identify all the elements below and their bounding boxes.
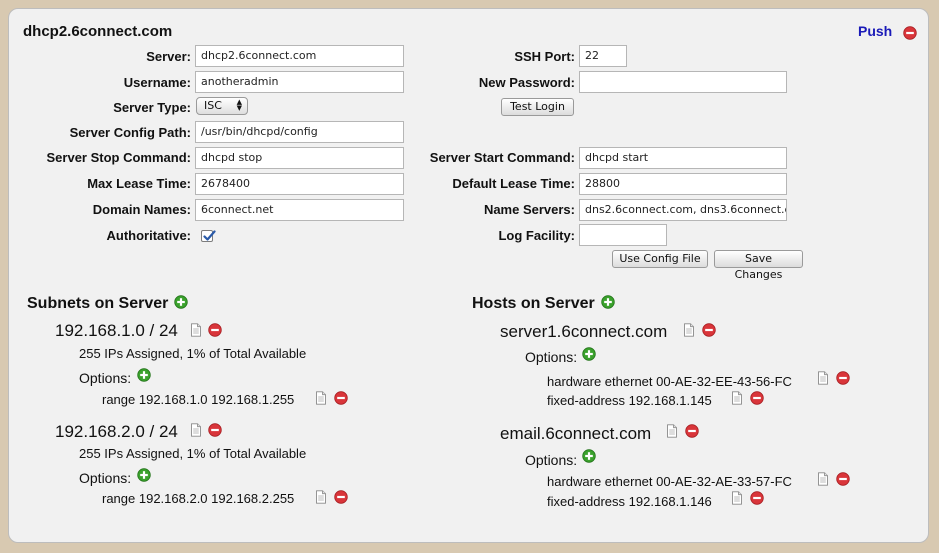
edit-host-icon[interactable] bbox=[682, 323, 696, 337]
edit-option-icon[interactable] bbox=[730, 391, 744, 405]
stop-command-label: Server Stop Command: bbox=[46, 150, 191, 165]
remove-option-icon[interactable] bbox=[334, 490, 348, 504]
remove-host-icon[interactable] bbox=[702, 323, 716, 337]
edit-option-icon[interactable] bbox=[816, 472, 830, 486]
save-changes-button[interactable]: Save Changes bbox=[714, 250, 803, 281]
subnet-options-label: Options: bbox=[79, 470, 132, 486]
subnet-option-text: range 192.168.1.0 192.168.1.255 bbox=[102, 392, 295, 407]
add-option-icon[interactable] bbox=[137, 468, 151, 482]
default-lease-label: Default Lease Time: bbox=[452, 176, 575, 191]
remove-server-icon[interactable] bbox=[903, 26, 917, 40]
add-subnet-icon[interactable] bbox=[174, 295, 188, 309]
ssh-port-input[interactable]: 22 bbox=[579, 45, 627, 67]
host-option-text: fixed-address 192.168.1.145 bbox=[547, 393, 712, 408]
use-config-file-button[interactable]: Use Config File bbox=[612, 250, 708, 268]
subnet-options-label: Options: bbox=[79, 370, 132, 386]
host-option-text: fixed-address 192.168.1.146 bbox=[547, 494, 712, 509]
start-command-label: Server Start Command: bbox=[429, 150, 575, 165]
ssh-port-label: SSH Port: bbox=[514, 49, 575, 64]
name-servers-input[interactable]: dns2.6connect.com, dns3.6connect.c bbox=[579, 199, 787, 221]
host-options-label: Options: bbox=[525, 349, 578, 365]
add-host-icon[interactable] bbox=[601, 295, 615, 309]
add-option-icon[interactable] bbox=[582, 449, 596, 463]
select-arrows-icon: ▲ ▼ bbox=[236, 98, 242, 112]
subnet-option-text: range 192.168.2.0 192.168.2.255 bbox=[102, 491, 295, 506]
remove-option-icon[interactable] bbox=[750, 391, 764, 405]
remove-option-icon[interactable] bbox=[836, 472, 850, 486]
start-command-input[interactable]: dhcpd start bbox=[579, 147, 787, 169]
remove-subnet-icon[interactable] bbox=[208, 423, 222, 437]
edit-option-icon[interactable] bbox=[816, 371, 830, 385]
stop-command-input[interactable]: dhcpd stop bbox=[195, 147, 404, 169]
add-option-icon[interactable] bbox=[582, 347, 596, 361]
host-option-text: hardware ethernet 00-AE-32-AE-33-57-FC bbox=[547, 474, 792, 489]
config-path-label: Server Config Path: bbox=[69, 125, 191, 140]
host-name: server1.6connect.com bbox=[500, 322, 668, 341]
server-type-label: Server Type: bbox=[113, 100, 191, 115]
new-password-input[interactable] bbox=[579, 71, 787, 93]
new-password-label: New Password: bbox=[478, 75, 575, 90]
add-option-icon[interactable] bbox=[137, 368, 151, 382]
remove-option-icon[interactable] bbox=[836, 371, 850, 385]
subnet-name: 192.168.1.0 / 24 bbox=[55, 321, 178, 340]
push-link[interactable]: Push bbox=[858, 23, 892, 39]
domain-names-input[interactable]: 6connect.net bbox=[195, 199, 404, 221]
server-title: dhcp2.6connect.com bbox=[23, 23, 173, 40]
hosts-heading: Hosts on Server bbox=[472, 295, 595, 312]
username-input[interactable]: anotheradmin bbox=[195, 71, 404, 93]
test-login-button[interactable]: Test Login bbox=[501, 98, 574, 116]
authoritative-checkbox[interactable] bbox=[201, 230, 216, 242]
edit-option-icon[interactable] bbox=[314, 391, 328, 405]
remove-option-icon[interactable] bbox=[750, 491, 764, 505]
remove-option-icon[interactable] bbox=[334, 391, 348, 405]
subnets-heading: Subnets on Server bbox=[27, 295, 169, 312]
host-name: email.6connect.com bbox=[500, 424, 652, 443]
name-servers-label: Name Servers: bbox=[483, 202, 575, 217]
log-facility-input[interactable] bbox=[579, 224, 667, 246]
server-type-select[interactable]: ISC ▲ ▼ bbox=[196, 97, 248, 115]
edit-subnet-icon[interactable] bbox=[189, 323, 203, 337]
server-input[interactable]: dhcp2.6connect.com bbox=[195, 45, 404, 67]
checkmark-icon bbox=[203, 230, 216, 241]
username-label: Username: bbox=[123, 75, 191, 90]
host-options-label: Options: bbox=[525, 452, 578, 468]
edit-subnet-icon[interactable] bbox=[189, 423, 203, 437]
config-path-input[interactable]: /usr/bin/dhcpd/config bbox=[195, 121, 404, 143]
server-panel: dhcp2.6connect.com Push Server: dhcp2.6c… bbox=[8, 8, 929, 543]
default-lease-input[interactable]: 28800 bbox=[579, 173, 787, 195]
server-label: Server: bbox=[146, 49, 191, 64]
subnet-assigned-text: 255 IPs Assigned, 1% of Total Available bbox=[79, 446, 307, 461]
max-lease-label: Max Lease Time: bbox=[87, 176, 191, 191]
edit-option-icon[interactable] bbox=[314, 490, 328, 504]
host-option-text: hardware ethernet 00-AE-32-EE-43-56-FC bbox=[547, 374, 792, 389]
edit-option-icon[interactable] bbox=[730, 491, 744, 505]
remove-subnet-icon[interactable] bbox=[208, 323, 222, 337]
max-lease-input[interactable]: 2678400 bbox=[195, 173, 404, 195]
log-facility-label: Log Facility: bbox=[498, 228, 575, 243]
subnet-assigned-text: 255 IPs Assigned, 1% of Total Available bbox=[79, 346, 307, 361]
edit-host-icon[interactable] bbox=[665, 424, 679, 438]
authoritative-label: Authoritative: bbox=[106, 228, 192, 243]
server-type-value: ISC bbox=[204, 99, 222, 112]
remove-host-icon[interactable] bbox=[685, 424, 699, 438]
subnet-name: 192.168.2.0 / 24 bbox=[55, 422, 178, 441]
domain-names-label: Domain Names: bbox=[92, 202, 191, 217]
